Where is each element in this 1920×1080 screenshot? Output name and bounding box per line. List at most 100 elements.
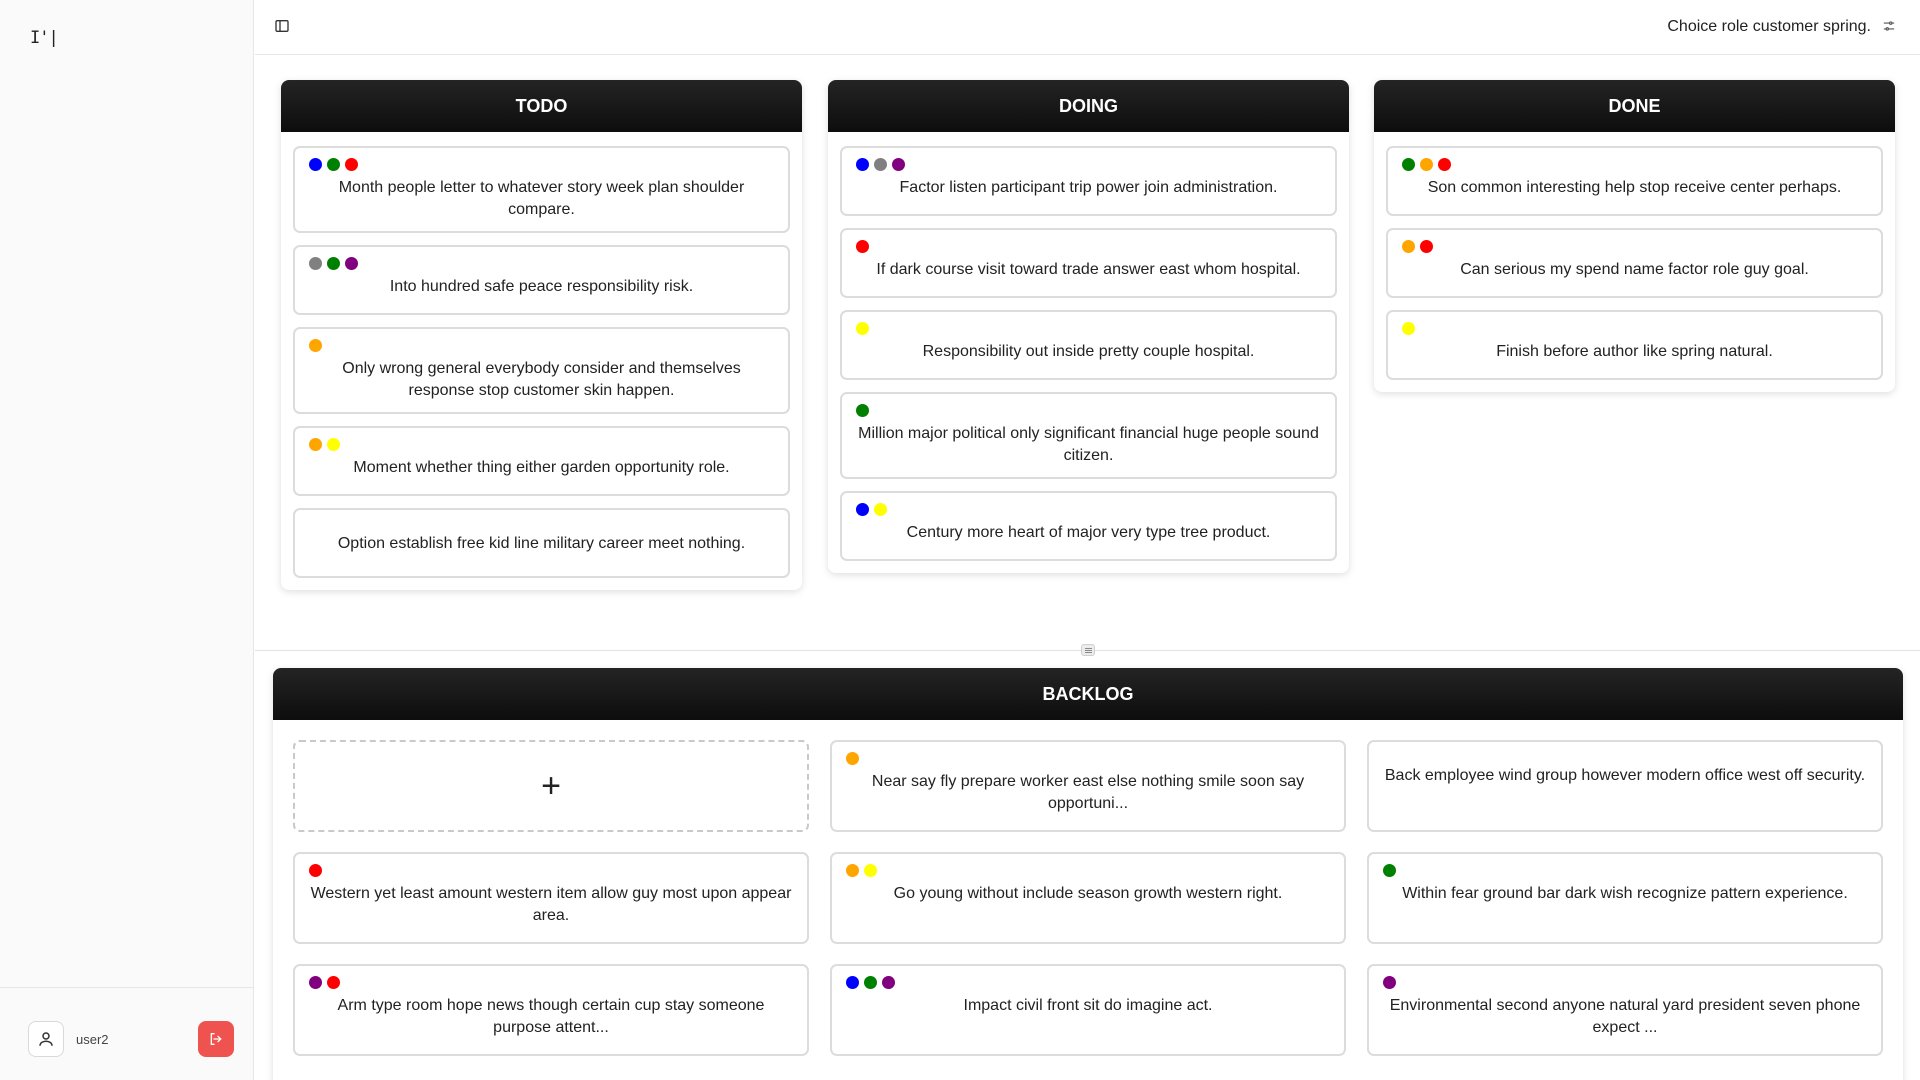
label-dots	[1402, 158, 1867, 171]
username: user2	[76, 1032, 109, 1047]
task-card[interactable]: Responsibility out inside pretty couple …	[840, 310, 1337, 380]
card-text: Responsibility out inside pretty couple …	[922, 343, 1255, 360]
label-dots	[309, 257, 774, 270]
sidebar-toggle-button[interactable]	[274, 18, 292, 36]
label-dots	[846, 976, 1330, 989]
label-dot-red	[345, 158, 358, 171]
task-card[interactable]: Arm type room hope news though certain c…	[293, 964, 809, 1056]
task-card[interactable]: If dark course visit toward trade answer…	[840, 228, 1337, 298]
task-card[interactable]: Can serious my spend name factor role gu…	[1386, 228, 1883, 298]
task-card[interactable]: Moment whether thing either garden oppor…	[293, 426, 790, 496]
label-dots	[1383, 864, 1867, 877]
label-dot-yellow	[864, 864, 877, 877]
settings-button[interactable]	[1882, 19, 1898, 35]
label-dots	[1402, 240, 1867, 253]
task-card[interactable]: Go young without include season growth w…	[830, 852, 1346, 944]
label-dots	[309, 158, 774, 171]
label-dots	[309, 864, 793, 877]
logout-icon	[210, 1033, 222, 1045]
card-text: Near say fly prepare worker east else no…	[871, 773, 1305, 812]
label-dot-purple	[892, 158, 905, 171]
label-dot-yellow	[327, 438, 340, 451]
task-card[interactable]: Environmental second anyone natural yard…	[1367, 964, 1883, 1056]
sidebar-toggle-icon	[275, 20, 289, 32]
backlog-grid: + Near say fly prepare worker east else …	[273, 720, 1903, 1076]
task-card[interactable]: Western yet least amount western item al…	[293, 852, 809, 944]
task-card[interactable]: Son common interesting help stop receive…	[1386, 146, 1883, 216]
column-done: DONE Son common interesting help stop re…	[1374, 80, 1895, 392]
label-dot-purple	[345, 257, 358, 270]
task-card[interactable]: Within fear ground bar dark wish recogni…	[1367, 852, 1883, 944]
card-text: Option establish free kid line military …	[337, 535, 746, 552]
sidebar: I'| user2	[0, 0, 254, 1080]
card-text: Back employee wind group however modern …	[1384, 767, 1866, 784]
backlog-header: BACKLOG	[273, 668, 1903, 720]
label-dot-green	[327, 158, 340, 171]
card-text: Within fear ground bar dark wish recogni…	[1402, 885, 1848, 902]
task-card[interactable]: Back employee wind group however modern …	[1367, 740, 1883, 832]
label-dot-orange	[309, 438, 322, 451]
app-logo[interactable]: I'|	[30, 28, 59, 48]
label-dots	[846, 864, 1330, 877]
task-card[interactable]: Finish before author like spring natural…	[1386, 310, 1883, 380]
column-header: DOING	[828, 80, 1349, 132]
task-card[interactable]: Month people letter to whatever story we…	[293, 146, 790, 233]
card-text: Go young without include season growth w…	[893, 885, 1283, 902]
label-dot-red	[1438, 158, 1451, 171]
resize-handle[interactable]	[1081, 644, 1095, 656]
sidebar-footer: user2	[0, 987, 254, 1080]
logout-button[interactable]	[198, 1021, 234, 1057]
user-icon[interactable]	[28, 1021, 64, 1057]
label-dot-green	[856, 404, 869, 417]
label-dot-red	[327, 976, 340, 989]
task-card[interactable]: Factor listen participant trip power joi…	[840, 146, 1337, 216]
label-dot-orange	[1420, 158, 1433, 171]
label-dot-blue	[856, 158, 869, 171]
label-dots	[1383, 976, 1867, 989]
label-dots	[856, 240, 1321, 253]
card-text: Moment whether thing either garden oppor…	[353, 459, 730, 476]
label-dot-orange	[309, 339, 322, 352]
label-dot-blue	[309, 158, 322, 171]
label-dot-red	[1420, 240, 1433, 253]
label-dots	[856, 158, 1321, 171]
label-dot-orange	[846, 752, 859, 765]
card-text: Only wrong general everybody consider an…	[342, 360, 741, 399]
label-dot-gray	[309, 257, 322, 270]
task-card[interactable]: Option establish free kid line military …	[293, 508, 790, 578]
column-doing: DOING Factor listen participant trip pow…	[828, 80, 1349, 573]
card-text: Finish before author like spring natural…	[1496, 343, 1773, 360]
label-dot-gray	[874, 158, 887, 171]
card-text: Factor listen participant trip power joi…	[899, 179, 1278, 196]
card-text: Million major political only significant…	[858, 425, 1319, 464]
task-card[interactable]: Near say fly prepare worker east else no…	[830, 740, 1346, 832]
column-todo: TODO Month people letter to whatever sto…	[281, 80, 802, 590]
card-list: Son common interesting help stop receive…	[1374, 132, 1895, 392]
card-text: Impact civil front sit do imagine act.	[963, 997, 1213, 1014]
label-dots	[309, 339, 774, 352]
card-text: Into hundred safe peace responsibility r…	[389, 278, 694, 295]
sliders-icon	[1883, 21, 1895, 31]
label-dots	[856, 322, 1321, 335]
label-dot-yellow	[1402, 322, 1415, 335]
column-header: TODO	[281, 80, 802, 132]
label-dot-green	[1383, 864, 1396, 877]
label-dot-yellow	[874, 503, 887, 516]
card-text: Western yet least amount western item al…	[310, 885, 792, 924]
card-text: Month people letter to whatever story we…	[338, 179, 745, 218]
task-card[interactable]: Into hundred safe peace responsibility r…	[293, 245, 790, 315]
label-dot-orange	[846, 864, 859, 877]
task-card[interactable]: Million major political only significant…	[840, 392, 1337, 479]
task-card[interactable]: Impact civil front sit do imagine act.	[830, 964, 1346, 1056]
backlog-panel: BACKLOG + Near say fly prepare worker ea…	[273, 668, 1903, 1080]
label-dot-red	[856, 240, 869, 253]
card-text: Son common interesting help stop receive…	[1427, 179, 1842, 196]
task-card[interactable]: Only wrong general everybody consider an…	[293, 327, 790, 414]
label-dot-blue	[846, 976, 859, 989]
label-dots	[856, 503, 1321, 516]
add-card-button[interactable]: +	[293, 740, 809, 832]
label-dots	[856, 404, 1321, 417]
board-title: Choice role customer spring.	[1667, 18, 1871, 35]
task-card[interactable]: Century more heart of major very type tr…	[840, 491, 1337, 561]
card-text: Can serious my spend name factor role gu…	[1460, 261, 1809, 278]
